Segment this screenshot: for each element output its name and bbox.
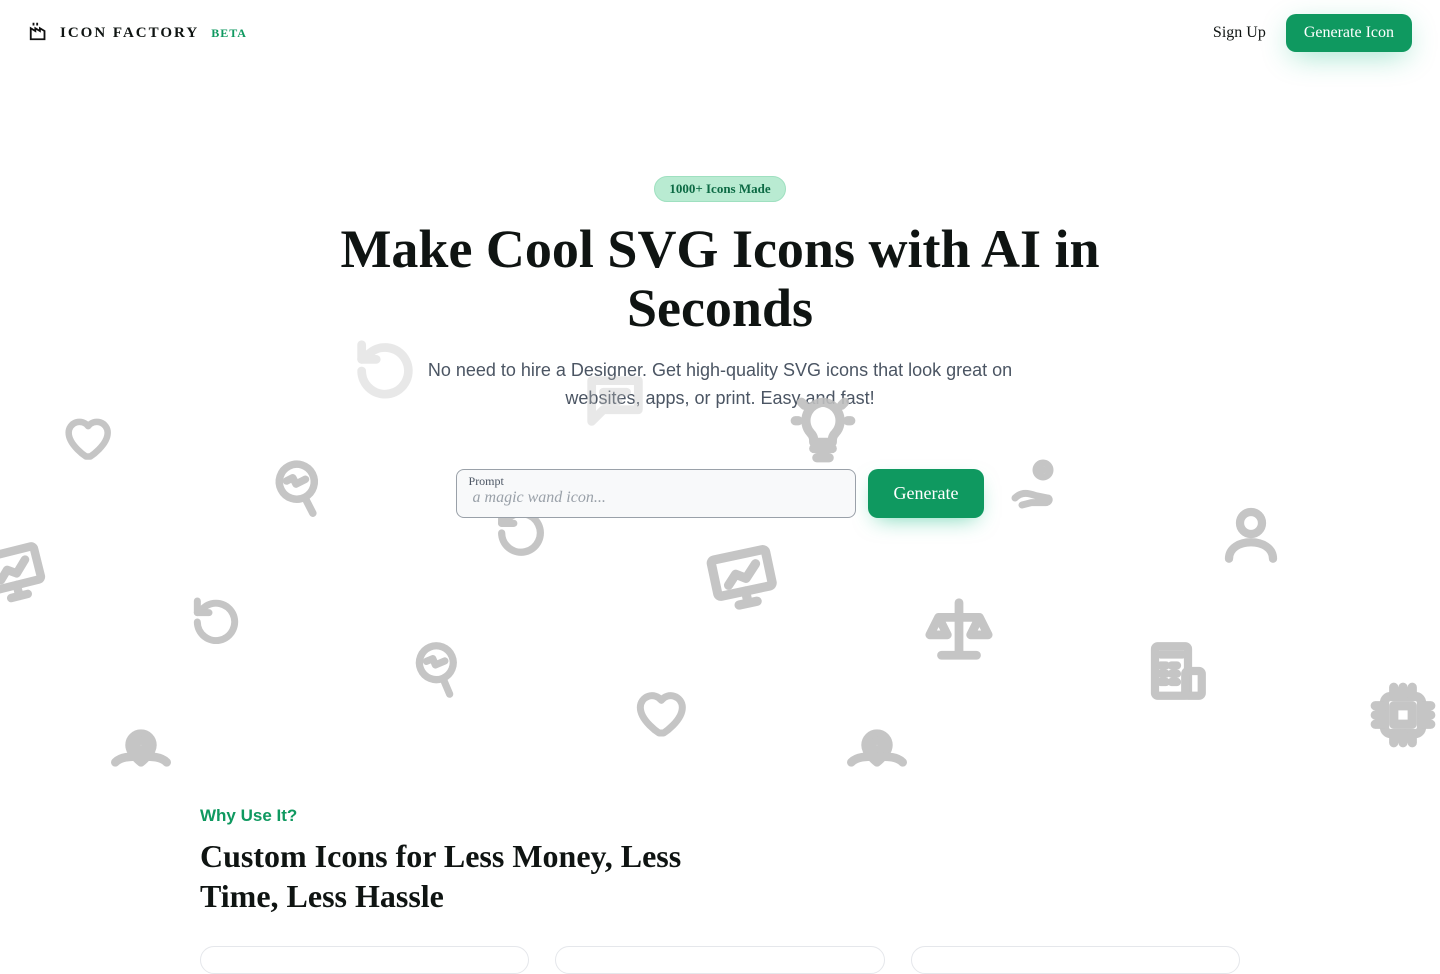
magnifier-chart-icon — [399, 626, 479, 713]
header-nav: Sign Up Generate Icon — [1213, 14, 1412, 52]
brand-name: ICON FACTORY — [60, 25, 199, 42]
feature-card — [911, 946, 1240, 974]
brand-beta-badge: BETA — [211, 26, 247, 41]
scales-icon — [924, 594, 994, 664]
presentation-icon — [0, 533, 55, 615]
signup-link[interactable]: Sign Up — [1213, 24, 1266, 42]
brand[interactable]: ICON FACTORY BETA — [28, 20, 247, 47]
generate-button[interactable]: Generate — [868, 469, 985, 518]
hero-headline: Make Cool SVG Icons with AI in Seconds — [340, 220, 1100, 339]
feature-card — [200, 946, 529, 974]
generate-icon-button[interactable]: Generate Icon — [1286, 14, 1412, 52]
presentation-icon — [699, 535, 787, 623]
prompt-row: Prompt Generate — [0, 469, 1440, 518]
hero: 1000+ Icons Made Make Cool SVG Icons wit… — [0, 66, 1440, 766]
feature-card — [555, 946, 884, 974]
prompt-label: Prompt — [469, 474, 504, 489]
why-section: Why Use It? Custom Icons for Less Money,… — [190, 806, 1250, 974]
stats-badge: 1000+ Icons Made — [654, 176, 785, 202]
heart-icon — [628, 684, 690, 740]
map-pin-icon — [842, 728, 912, 768]
hero-subheadline: No need to hire a Designer. Get high-qua… — [410, 357, 1030, 413]
refresh-icon — [188, 594, 244, 650]
heart-icon — [55, 411, 117, 463]
prompt-input[interactable] — [471, 488, 841, 508]
calculator-icon — [1144, 638, 1210, 704]
why-headline: Custom Icons for Less Money, Less Time, … — [200, 836, 720, 916]
prompt-field[interactable]: Prompt — [456, 469, 856, 518]
why-eyebrow: Why Use It? — [200, 806, 1240, 826]
feature-cards — [200, 946, 1240, 974]
factory-icon — [28, 20, 50, 47]
top-bar: ICON FACTORY BETA Sign Up Generate Icon — [0, 0, 1440, 66]
map-pin-icon — [106, 728, 176, 768]
processor-icon — [1366, 678, 1440, 752]
